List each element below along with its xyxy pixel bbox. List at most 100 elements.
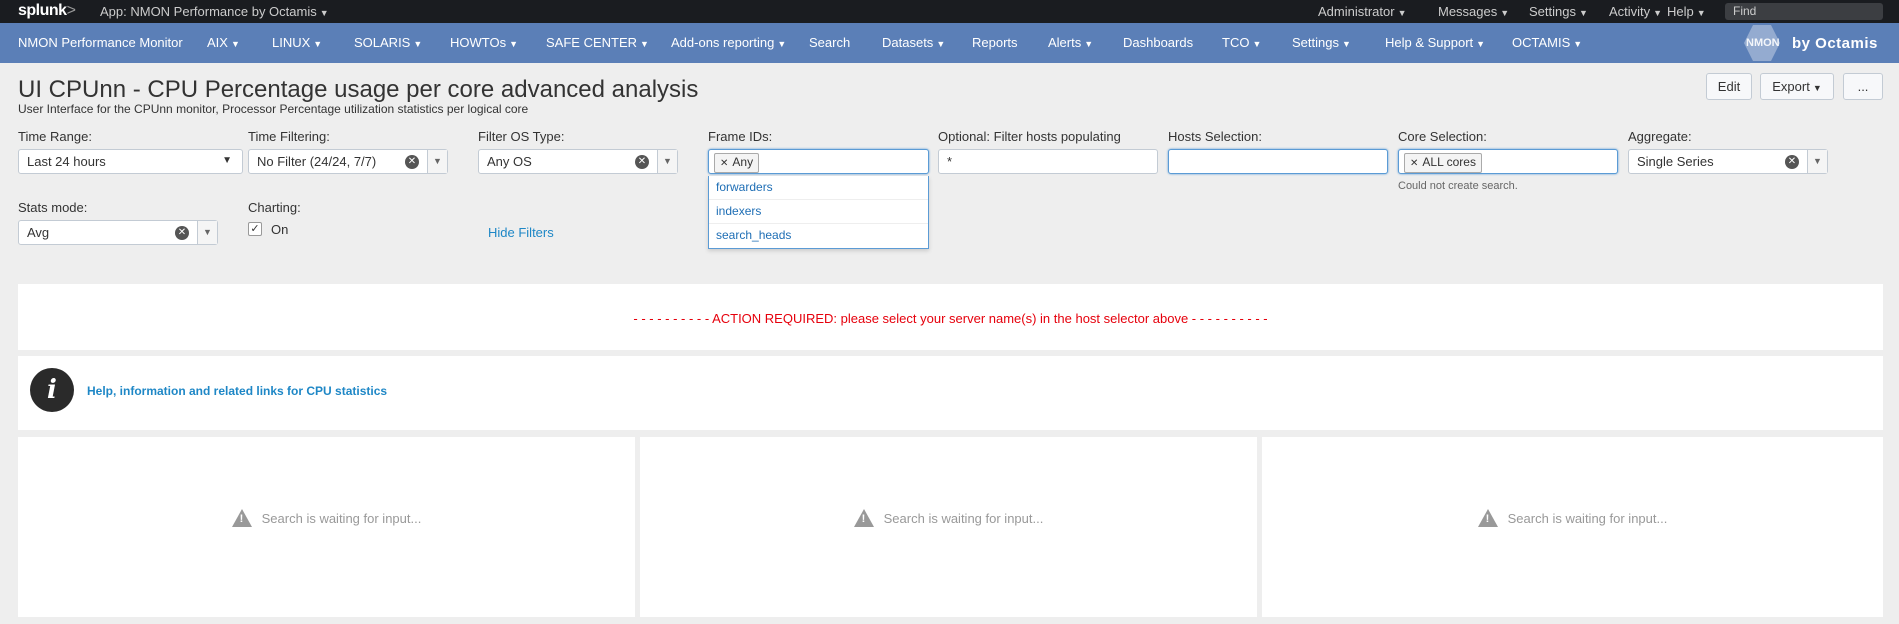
time-range-label: Time Range: [18, 129, 92, 144]
nav-nmon-performance-monitor[interactable]: NMON Performance Monitor [18, 35, 183, 50]
menu-activity[interactable]: Activity ▼ [1609, 4, 1662, 19]
help-panel: i Help, information and related links fo… [18, 356, 1883, 430]
menu-help[interactable]: Help ▼ [1667, 4, 1706, 19]
clear-icon[interactable]: ✕ [405, 155, 419, 169]
chevron-down-icon: ▼ [222, 155, 232, 166]
nav-octamis[interactable]: OCTAMIS ▼ [1512, 35, 1582, 50]
info-icon: i [30, 368, 74, 412]
charting-checkbox[interactable]: ✓ [248, 222, 262, 236]
aggregate-select[interactable]: Single Series ✕ ▼ [1628, 149, 1828, 174]
chart-panel-1: Search is waiting for input... [18, 437, 635, 617]
chevron-down-icon: ▼ [1476, 39, 1486, 49]
nav-datasets[interactable]: Datasets ▼ [882, 35, 945, 50]
chevron-down-icon: ▼ [640, 39, 649, 49]
hosts-selection-input[interactable] [1168, 149, 1388, 174]
nav-settings[interactable]: Settings ▼ [1292, 35, 1351, 50]
stats-mode-label: Stats mode: [18, 200, 88, 215]
remove-token-icon[interactable]: ✕ [720, 158, 728, 169]
chart-panel-3: Search is waiting for input... [1262, 437, 1883, 617]
token-any[interactable]: ✕ Any [714, 153, 760, 173]
option-search-heads[interactable]: search_heads [709, 224, 928, 248]
aggregate-label: Aggregate: [1628, 129, 1692, 144]
core-selection-multiselect[interactable]: ✕ ALL cores [1398, 149, 1618, 174]
chevron-down-icon: ▼ [1397, 8, 1407, 18]
os-type-label: Filter OS Type: [478, 129, 565, 144]
frame-ids-label: Frame IDs: [708, 129, 773, 144]
nav-tco[interactable]: TCO ▼ [1222, 35, 1261, 50]
splunk-topbar: splunk> App: NMON Performance by Octamis… [0, 0, 1899, 23]
chevron-down-icon: ▼ [1812, 83, 1822, 93]
more-actions-button[interactable]: ... [1843, 73, 1883, 100]
chevron-down-icon[interactable]: ▼ [1807, 150, 1827, 173]
chevron-down-icon: ▼ [777, 39, 787, 49]
time-filtering-select[interactable]: No Filter (24/24, 7/7) ✕ ▼ [248, 149, 448, 174]
nav-help-support[interactable]: Help & Support ▼ [1385, 35, 1485, 50]
os-type-select[interactable]: Any OS ✕ ▼ [478, 149, 678, 174]
waiting-message: Search is waiting for input... [640, 509, 1257, 527]
aggregate-value: Single Series [1637, 154, 1714, 169]
hide-filters-link[interactable]: Hide Filters [488, 225, 554, 240]
stats-mode-value: Avg [27, 225, 50, 240]
chevron-down-icon: ▼ [936, 39, 946, 49]
logo-text: splunk [18, 2, 67, 19]
option-forwarders[interactable]: forwarders [709, 176, 928, 200]
chevron-down-icon: ▼ [313, 39, 323, 49]
nav-reports[interactable]: Reports [972, 35, 1018, 50]
hosts-populating-label: Optional: Filter hosts populating [938, 129, 1121, 144]
chevron-down-icon: ▼ [1252, 39, 1262, 49]
token-all-cores[interactable]: ✕ ALL cores [1404, 153, 1482, 173]
page-description: User Interface for the CPUnn monitor, Pr… [18, 102, 529, 116]
nav-alerts[interactable]: Alerts ▼ [1048, 35, 1093, 50]
chevron-down-icon: ▼ [1696, 8, 1706, 18]
chevron-down-icon: ▼ [230, 39, 240, 49]
option-indexers[interactable]: indexers [709, 200, 928, 224]
action-required-panel: - - - - - - - - - - ACTION REQUIRED: ple… [18, 284, 1883, 350]
chevron-down-icon: ▼ [1573, 39, 1583, 49]
stats-mode-select[interactable]: Avg ✕ ▼ [18, 220, 218, 245]
waiting-message: Search is waiting for input... [1262, 509, 1883, 527]
chevron-down-icon: ▼ [413, 39, 423, 49]
clear-icon[interactable]: ✕ [635, 155, 649, 169]
app-label: App: NMON Performance by Octamis [100, 4, 317, 19]
warning-icon [853, 509, 874, 527]
time-filtering-value: No Filter (24/24, 7/7) [257, 154, 377, 169]
octamis-logo: NMON by Octamis [1744, 25, 1884, 61]
nav-howtos[interactable]: HOWTOs ▼ [450, 35, 518, 50]
waiting-message: Search is waiting for input... [18, 509, 635, 527]
find-input[interactable]: Find [1725, 3, 1883, 20]
nav-aix[interactable]: AIX ▼ [207, 35, 240, 50]
nav-addons-reporting[interactable]: Add-ons reporting ▼ [671, 35, 786, 50]
menu-settings[interactable]: Settings ▼ [1529, 4, 1588, 19]
edit-button[interactable]: Edit [1706, 73, 1752, 100]
menu-administrator[interactable]: Administrator ▼ [1318, 4, 1407, 19]
chevron-down-icon[interactable]: ▼ [197, 221, 217, 244]
nav-linux[interactable]: LINUX ▼ [272, 35, 322, 50]
splunk-logo[interactable]: splunk> [18, 2, 76, 20]
chevron-down-icon: ▼ [1653, 8, 1663, 18]
export-button[interactable]: Export ▼ [1760, 73, 1834, 100]
menu-messages[interactable]: Messages ▼ [1438, 4, 1509, 19]
clear-icon[interactable]: ✕ [175, 226, 189, 240]
nav-solaris[interactable]: SOLARIS ▼ [354, 35, 422, 50]
nav-safe-center[interactable]: SAFE CENTER ▼ [546, 35, 649, 50]
chevron-down-icon: ▼ [1084, 39, 1094, 49]
core-selection-label: Core Selection: [1398, 129, 1487, 144]
chevron-down-icon: ▼ [1341, 39, 1351, 49]
help-info-link[interactable]: Help, information and related links for … [87, 384, 387, 398]
clear-icon[interactable]: ✕ [1785, 155, 1799, 169]
time-range-picker[interactable]: Last 24 hours ▼ [18, 149, 243, 174]
hosts-selection-label: Hosts Selection: [1168, 129, 1262, 144]
logo-chevron: > [66, 2, 76, 19]
frame-ids-multiselect[interactable]: ✕ Any [708, 149, 929, 174]
nav-search[interactable]: Search [809, 35, 850, 50]
app-menu[interactable]: App: NMON Performance by Octamis ▼ [100, 4, 329, 19]
action-required-message: - - - - - - - - - - ACTION REQUIRED: ple… [633, 311, 1268, 326]
chevron-down-icon[interactable]: ▼ [427, 150, 447, 173]
time-filtering-label: Time Filtering: [248, 129, 330, 144]
charting-label: Charting: [248, 200, 301, 215]
chevron-down-icon[interactable]: ▼ [657, 150, 677, 173]
nav-dashboards[interactable]: Dashboards [1123, 35, 1193, 50]
charting-value: On [271, 222, 289, 237]
remove-token-icon[interactable]: ✕ [1410, 158, 1418, 169]
hosts-populating-input[interactable]: * [938, 149, 1158, 174]
